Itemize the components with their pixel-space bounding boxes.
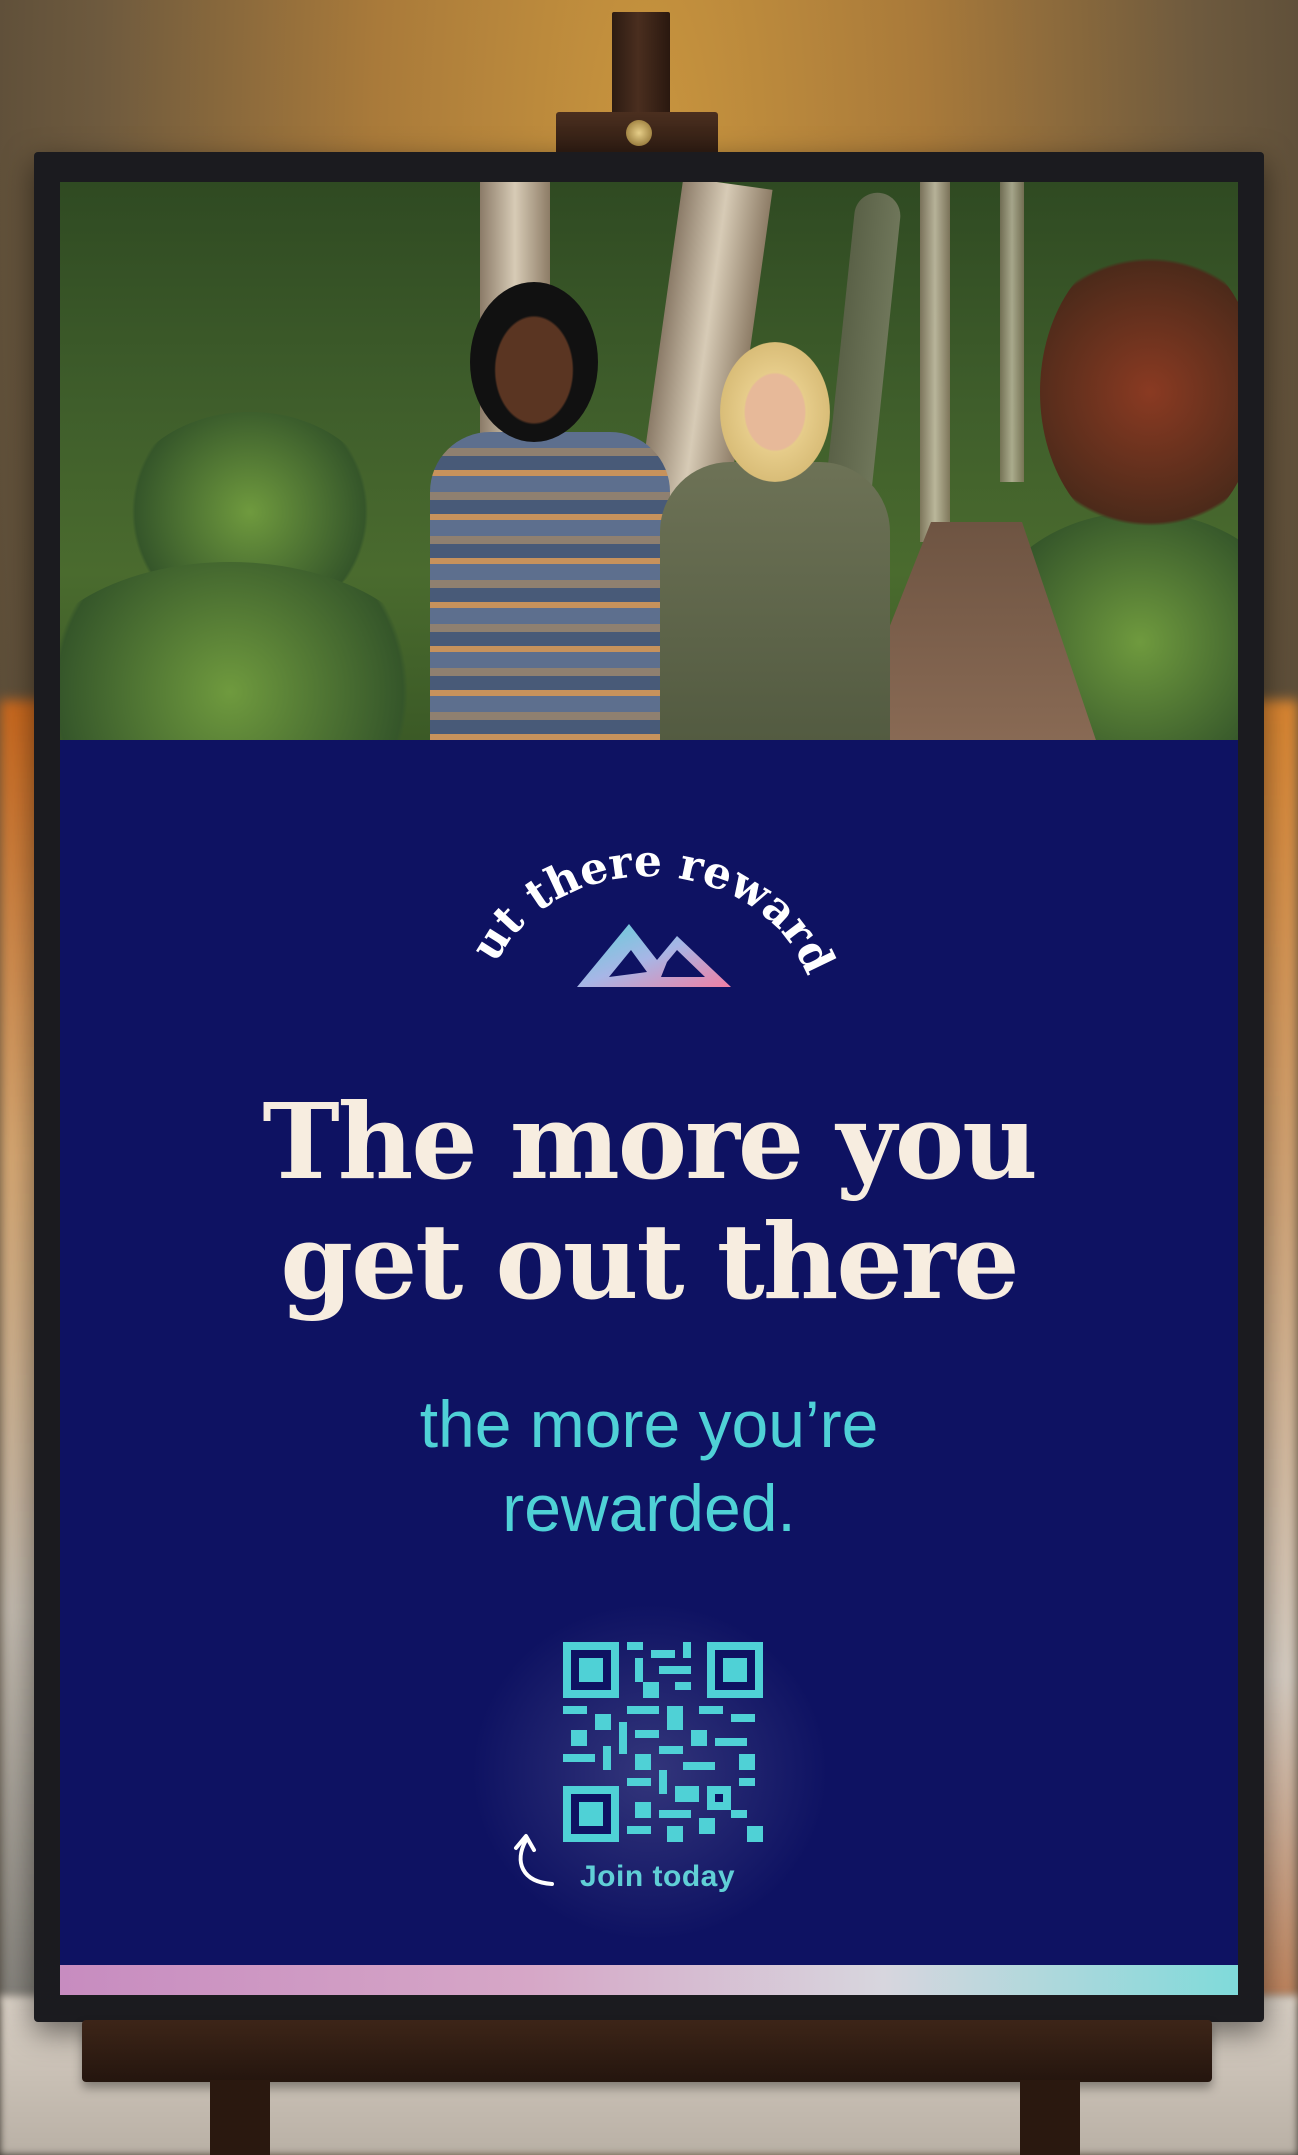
woman-head: [720, 342, 830, 482]
easel-shelf: [82, 2020, 1212, 2082]
man-head: [470, 282, 598, 442]
join-today-cta[interactable]: Join today: [580, 1860, 735, 1894]
poster-frame: Out there rewards The more you get out t…: [34, 152, 1264, 2022]
easel-leg-left: [210, 2080, 270, 2155]
headline-line-1: The more you: [262, 1080, 1037, 1203]
subline-line-1: the more you’re: [419, 1387, 879, 1461]
tree-trunk: [1000, 182, 1024, 482]
easel-screw: [626, 120, 652, 146]
subline-line-2: rewarded.: [502, 1471, 796, 1545]
tree-trunk: [920, 182, 950, 542]
easel-leg-right: [1020, 2080, 1080, 2155]
fern: [60, 562, 440, 740]
qr-code[interactable]: [563, 1642, 763, 1842]
headline: The more you get out there: [60, 1082, 1238, 1322]
woman-jacket: [660, 462, 890, 740]
gradient-stripe: [60, 1965, 1238, 1995]
red-foliage: [1040, 242, 1238, 542]
forest-photo: [60, 182, 1238, 740]
curved-arrow-icon: [514, 1834, 554, 1886]
headline-line-2: get out there: [280, 1200, 1019, 1323]
subline: the more you’re rewarded.: [60, 1382, 1238, 1550]
mountain-icon: [577, 924, 731, 987]
man-puffer-jacket: [430, 432, 670, 740]
poster: Out there rewards The more you get out t…: [60, 182, 1238, 1995]
out-there-rewards-logo: Out there rewards: [430, 772, 849, 1012]
logo-graphic: Out there rewards: [430, 772, 844, 987]
